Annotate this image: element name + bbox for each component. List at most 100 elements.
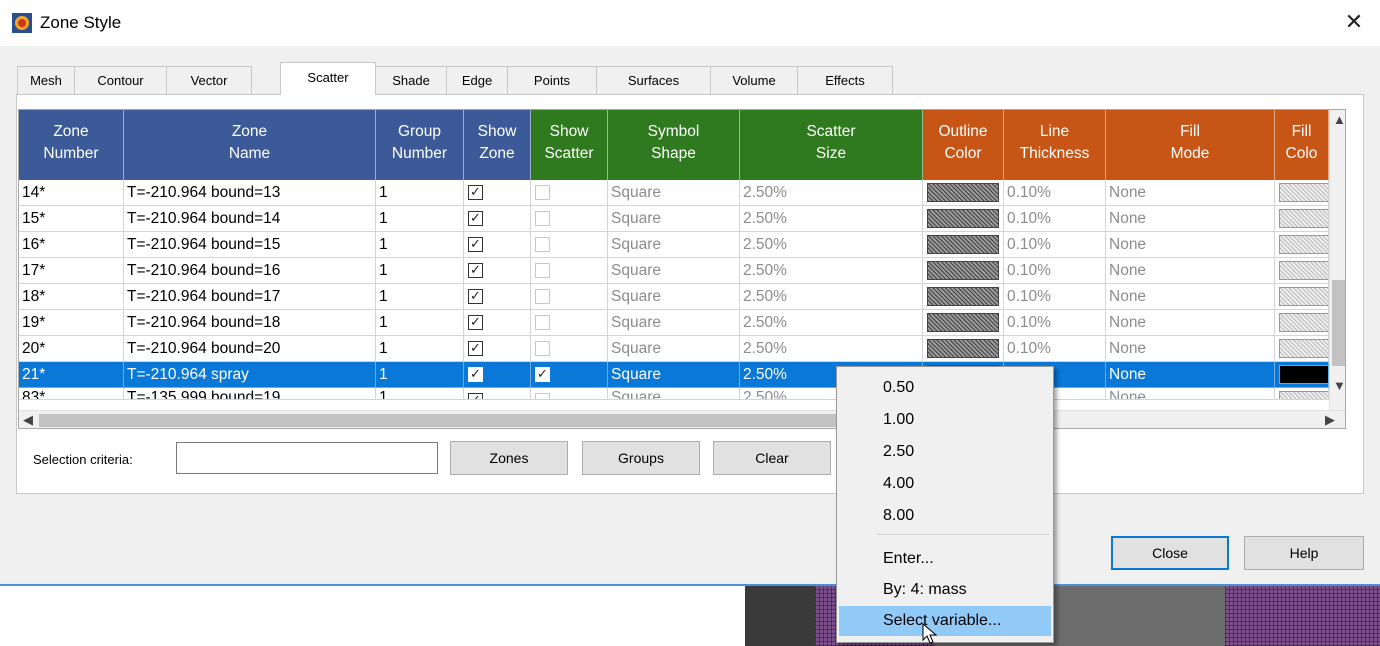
scatter-size-cell[interactable]: 2.50% <box>740 206 923 232</box>
zone-name-cell[interactable]: T=-210.964 bound=16 <box>124 258 376 284</box>
menu-item-select-variable[interactable]: Select variable... <box>839 606 1051 636</box>
column-header[interactable]: Group Number <box>376 110 464 180</box>
show-zone-checkbox[interactable]: ✓ <box>468 289 483 304</box>
show-zone-cell[interactable]: ✓ <box>464 180 531 206</box>
group-number-cell[interactable]: 1 <box>376 232 464 258</box>
show-zone-cell[interactable]: ✓ <box>464 232 531 258</box>
scroll-left-icon[interactable]: ◀ <box>23 412 33 428</box>
outline-color-swatch[interactable] <box>927 261 999 280</box>
fill-color-cell[interactable] <box>1275 362 1329 388</box>
close-button[interactable]: Close <box>1111 536 1229 570</box>
tab-effects[interactable]: Effects <box>797 66 893 94</box>
vertical-scrollbar[interactable]: ▲ ▼ <box>1329 110 1345 410</box>
tab-volume[interactable]: Volume <box>710 66 798 94</box>
fill-color-cell[interactable] <box>1275 258 1329 284</box>
show-scatter-checkbox[interactable] <box>535 185 550 200</box>
line-thickness-cell[interactable]: 0.10% <box>1004 180 1106 206</box>
fill-color-swatch[interactable] <box>1279 261 1328 280</box>
scatter-size-cell[interactable]: 2.50% <box>740 336 923 362</box>
tab-vector[interactable]: Vector <box>166 66 252 94</box>
table-row[interactable]: 17* T=-210.964 bound=16 1 ✓ Square 2.50% 0.10%… <box>19 258 1329 284</box>
fill-mode-cell[interactable]: None <box>1106 362 1275 388</box>
close-icon[interactable]: ✕ <box>1340 8 1368 36</box>
tab-surfaces[interactable]: Surfaces <box>596 66 711 94</box>
zone-name-cell[interactable]: T=-210.964 bound=15 <box>124 232 376 258</box>
zone-name-cell[interactable]: T=-210.964 bound=18 <box>124 310 376 336</box>
line-thickness-cell[interactable]: 0.10% <box>1004 258 1106 284</box>
show-zone-cell[interactable]: ✓ <box>464 310 531 336</box>
tab-edge[interactable]: Edge <box>446 66 508 94</box>
zone-number-cell[interactable]: 15* <box>19 206 124 232</box>
fill-color-cell[interactable] <box>1275 180 1329 206</box>
fill-color-cell[interactable] <box>1275 388 1329 400</box>
column-header[interactable]: Show Zone <box>464 110 531 180</box>
show-scatter-checkbox[interactable] <box>535 341 550 356</box>
show-scatter-cell[interactable]: ✓ <box>531 362 608 388</box>
zone-number-cell[interactable]: 20* <box>19 336 124 362</box>
column-header[interactable]: Outline Color <box>923 110 1004 180</box>
clear-button[interactable]: Clear <box>713 441 831 475</box>
outline-color-swatch[interactable] <box>927 313 999 332</box>
zone-name-cell[interactable]: T=-210.964 spray <box>124 362 376 388</box>
line-thickness-cell[interactable]: 0.10% <box>1004 310 1106 336</box>
show-scatter-cell[interactable] <box>531 232 608 258</box>
symbol-shape-cell[interactable]: Square <box>608 206 740 232</box>
outline-color-cell[interactable] <box>923 310 1004 336</box>
fill-color-cell[interactable] <box>1275 232 1329 258</box>
symbol-shape-cell[interactable]: Square <box>608 388 740 400</box>
fill-color-swatch[interactable] <box>1279 313 1328 332</box>
show-zone-cell[interactable]: ✓ <box>464 362 531 388</box>
column-header[interactable]: Zone Number <box>19 110 124 180</box>
zone-name-cell[interactable]: T=-210.964 bound=13 <box>124 180 376 206</box>
outline-color-cell[interactable] <box>923 336 1004 362</box>
zone-name-cell[interactable]: T=-135.999 bound=19 <box>124 388 376 400</box>
show-zone-checkbox[interactable]: ✓ <box>468 263 483 278</box>
fill-color-swatch[interactable] <box>1279 287 1328 306</box>
menu-item-enter[interactable]: Enter... <box>839 544 1051 574</box>
show-scatter-checkbox[interactable] <box>535 393 550 399</box>
scroll-down-icon[interactable]: ▼ <box>1333 378 1345 394</box>
scatter-size-cell[interactable]: 2.50% <box>740 258 923 284</box>
symbol-shape-cell[interactable]: Square <box>608 336 740 362</box>
line-thickness-cell[interactable]: 0.10% <box>1004 232 1106 258</box>
symbol-shape-cell[interactable]: Square <box>608 310 740 336</box>
table-row[interactable]: 14* T=-210.964 bound=13 1 ✓ Square 2.50% 0.10%… <box>19 180 1329 206</box>
group-number-cell[interactable]: 1 <box>376 180 464 206</box>
outline-color-cell[interactable] <box>923 180 1004 206</box>
scatter-size-cell[interactable]: 2.50% <box>740 310 923 336</box>
fill-color-swatch[interactable] <box>1279 365 1328 384</box>
outline-color-swatch[interactable] <box>927 287 999 306</box>
group-number-cell[interactable]: 1 <box>376 284 464 310</box>
fill-color-swatch[interactable] <box>1279 183 1328 202</box>
vertical-scroll-thumb[interactable] <box>1332 280 1345 366</box>
show-scatter-checkbox[interactable] <box>535 211 550 226</box>
column-header[interactable]: Zone Name <box>124 110 376 180</box>
show-zone-checkbox[interactable]: ✓ <box>468 211 483 226</box>
outline-color-swatch[interactable] <box>927 235 999 254</box>
outline-color-swatch[interactable] <box>927 183 999 202</box>
show-zone-cell[interactable]: ✓ <box>464 258 531 284</box>
group-number-cell[interactable]: 1 <box>376 310 464 336</box>
menu-item-by-variable[interactable]: By: 4: mass <box>839 575 1051 605</box>
zone-number-cell[interactable]: 16* <box>19 232 124 258</box>
show-scatter-cell[interactable] <box>531 336 608 362</box>
outline-color-cell[interactable] <box>923 232 1004 258</box>
group-number-cell[interactable]: 1 <box>376 336 464 362</box>
scatter-size-cell[interactable]: 2.50% <box>740 284 923 310</box>
zone-number-cell[interactable]: 19* <box>19 310 124 336</box>
scatter-size-cell[interactable]: 2.50% <box>740 232 923 258</box>
show-zone-checkbox[interactable]: ✓ <box>468 367 483 382</box>
symbol-shape-cell[interactable]: Square <box>608 284 740 310</box>
fill-color-cell[interactable] <box>1275 336 1329 362</box>
column-header[interactable]: Line Thickness <box>1004 110 1106 180</box>
groups-button[interactable]: Groups <box>582 441 700 475</box>
zones-button[interactable]: Zones <box>450 441 568 475</box>
zone-name-cell[interactable]: T=-210.964 bound=14 <box>124 206 376 232</box>
menu-item-size[interactable]: 4.00 <box>839 469 1051 499</box>
fill-color-cell[interactable] <box>1275 310 1329 336</box>
show-zone-checkbox[interactable]: ✓ <box>468 393 483 399</box>
show-scatter-cell[interactable] <box>531 206 608 232</box>
outline-color-cell[interactable] <box>923 206 1004 232</box>
menu-item-size[interactable]: 1.00 <box>839 405 1051 435</box>
table-row[interactable]: 16* T=-210.964 bound=15 1 ✓ Square 2.50% 0.10%… <box>19 232 1329 258</box>
